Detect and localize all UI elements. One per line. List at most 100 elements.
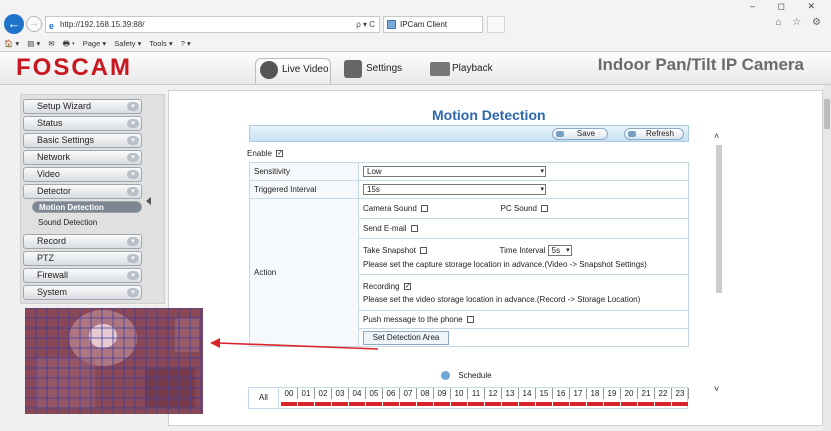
tab-playback[interactable]: Playback xyxy=(426,58,506,84)
schedule-bar[interactable] xyxy=(485,402,501,406)
schedule-bar[interactable] xyxy=(621,402,637,406)
sidebar-item-detector[interactable]: Detector ▾ xyxy=(23,184,142,199)
schedule-bar[interactable] xyxy=(366,402,382,406)
schedule-bar[interactable] xyxy=(383,402,399,406)
enable-checkbox[interactable]: ✓ xyxy=(276,150,284,158)
schedule-bar[interactable] xyxy=(315,402,331,406)
hour-cell[interactable]: 18 xyxy=(587,388,604,399)
sidebar-item-network[interactable]: Network ▾ xyxy=(23,150,142,165)
hour-cell[interactable]: 20 xyxy=(621,388,638,399)
hour-cell[interactable]: 05 xyxy=(366,388,383,399)
push-message-checkbox[interactable] xyxy=(466,316,474,324)
time-interval-select[interactable]: 5s ▾ xyxy=(547,244,572,256)
schedule-bar[interactable] xyxy=(638,402,654,406)
window-scrollbar[interactable] xyxy=(823,85,831,431)
scroll-thumb[interactable] xyxy=(824,99,830,129)
tools-menu[interactable]: Tools ▾ xyxy=(149,39,172,48)
schedule-bar[interactable] xyxy=(417,402,433,406)
schedule-bar[interactable] xyxy=(570,402,586,406)
hour-cell[interactable]: 09 xyxy=(434,388,451,399)
sidebar-item-firewall[interactable]: Firewall ▾ xyxy=(23,268,142,283)
back-button[interactable]: ← xyxy=(4,14,24,34)
schedule-bar[interactable] xyxy=(553,402,569,406)
refresh-button[interactable]: Refresh xyxy=(624,128,684,140)
home-menu[interactable]: 🏠 ▾ xyxy=(4,39,19,48)
send-email-checkbox[interactable] xyxy=(410,225,418,233)
address-tools[interactable]: ρ ▾ C xyxy=(356,17,375,32)
page-menu[interactable]: Page ▾ xyxy=(83,39,106,48)
sidebar-item-basic-settings[interactable]: Basic Settings ▾ xyxy=(23,133,142,148)
hour-cell[interactable]: 00 xyxy=(281,388,298,399)
schedule-bar[interactable] xyxy=(349,402,365,406)
sidebar-item-video[interactable]: Video ▾ xyxy=(23,167,142,182)
schedule-bar[interactable] xyxy=(468,402,484,406)
hour-cell[interactable]: 03 xyxy=(332,388,349,399)
hour-cell[interactable]: 07 xyxy=(400,388,417,399)
hour-cell[interactable]: 23 xyxy=(672,388,689,399)
hour-cell[interactable]: 11 xyxy=(468,388,485,399)
schedule-bar[interactable] xyxy=(332,402,348,406)
schedule-bar[interactable] xyxy=(451,402,467,406)
home-favorites-tools-icon[interactable]: ⌂ ☆ ⚙ xyxy=(775,17,825,28)
hour-cell[interactable]: 16 xyxy=(553,388,570,399)
schedule-bar[interactable] xyxy=(604,402,620,406)
hour-cell[interactable]: 19 xyxy=(604,388,621,399)
schedule-bar[interactable] xyxy=(536,402,552,406)
sidebar-item-record[interactable]: Record ▾ xyxy=(23,234,142,249)
hour-cell[interactable]: 13 xyxy=(502,388,519,399)
sensitivity-select[interactable]: Low ▾ xyxy=(363,166,546,177)
sidebar-item-system[interactable]: System ▾ xyxy=(23,285,142,300)
feeds-menu[interactable]: ▤ ▾ xyxy=(27,39,40,48)
schedule-bar[interactable] xyxy=(434,402,450,406)
forward-button[interactable]: → xyxy=(26,16,42,32)
save-button[interactable]: Save xyxy=(552,128,608,140)
schedule-bar[interactable] xyxy=(587,402,603,406)
schedule-bar[interactable] xyxy=(400,402,416,406)
schedule-bar[interactable] xyxy=(672,402,688,406)
record-note: Please set the video storage location in… xyxy=(363,294,641,304)
chevron-up-icon[interactable]: ˄ xyxy=(714,131,719,141)
hour-cell[interactable]: 14 xyxy=(519,388,536,399)
all-hours-button[interactable]: All xyxy=(249,388,279,408)
hour-cell[interactable]: 15 xyxy=(536,388,553,399)
print-menu[interactable]: 🖶 ▾ xyxy=(63,39,75,48)
hour-cell[interactable]: 08 xyxy=(417,388,434,399)
mail-icon[interactable]: ✉ xyxy=(48,39,54,48)
hour-cell[interactable]: 01 xyxy=(298,388,315,399)
browser-tab[interactable]: IPCam Client xyxy=(383,16,483,33)
chevron-down-icon[interactable]: ˅ xyxy=(714,384,719,394)
sidebar-item-ptz[interactable]: PTZ ▾ xyxy=(23,251,142,266)
interval-select[interactable]: 15s ▾ xyxy=(363,184,546,195)
tab-settings[interactable]: Settings xyxy=(340,58,418,84)
hour-cell[interactable]: 22 xyxy=(655,388,672,399)
sidebar-item-status[interactable]: Status ▾ xyxy=(23,116,142,131)
hour-cell[interactable]: 12 xyxy=(485,388,502,399)
hour-cell[interactable]: 17 xyxy=(570,388,587,399)
hour-cell[interactable]: 06 xyxy=(383,388,400,399)
new-tab-button[interactable] xyxy=(487,16,505,33)
hour-cell[interactable]: 10 xyxy=(451,388,468,399)
help-menu[interactable]: ? ▾ xyxy=(181,39,191,48)
sidebar-subitem-sound-detection[interactable]: Sound Detection xyxy=(32,217,142,229)
panel-scrollbar[interactable]: ˄ ˅ xyxy=(714,131,724,401)
tab-live-video[interactable]: Live Video xyxy=(255,58,331,84)
pc-sound-checkbox[interactable] xyxy=(541,205,549,213)
schedule-bar[interactable] xyxy=(298,402,314,406)
address-bar[interactable]: e http://192.168.15.39:88/ ρ ▾ C xyxy=(45,16,380,33)
schedule-bar[interactable] xyxy=(655,402,671,406)
scroll-thumb[interactable] xyxy=(716,145,722,293)
hour-cell[interactable]: 04 xyxy=(349,388,366,399)
hour-cell[interactable]: 21 xyxy=(638,388,655,399)
schedule-bars[interactable] xyxy=(281,402,689,406)
schedule-bar[interactable] xyxy=(502,402,518,406)
safety-menu[interactable]: Safety ▾ xyxy=(114,39,141,48)
take-snapshot-checkbox[interactable] xyxy=(420,246,428,254)
window-controls[interactable]: – ◻ ✕ xyxy=(750,1,825,12)
hour-cell[interactable]: 02 xyxy=(315,388,332,399)
recording-checkbox[interactable]: ✓ xyxy=(403,282,411,290)
sidebar-item-setup-wizard[interactable]: Setup Wizard ▾ xyxy=(23,99,142,114)
camera-sound-checkbox[interactable] xyxy=(421,205,429,213)
schedule-bar[interactable] xyxy=(281,402,297,406)
schedule-bar[interactable] xyxy=(519,402,535,406)
sidebar-subitem-motion-detection[interactable]: Motion Detection xyxy=(32,201,142,213)
